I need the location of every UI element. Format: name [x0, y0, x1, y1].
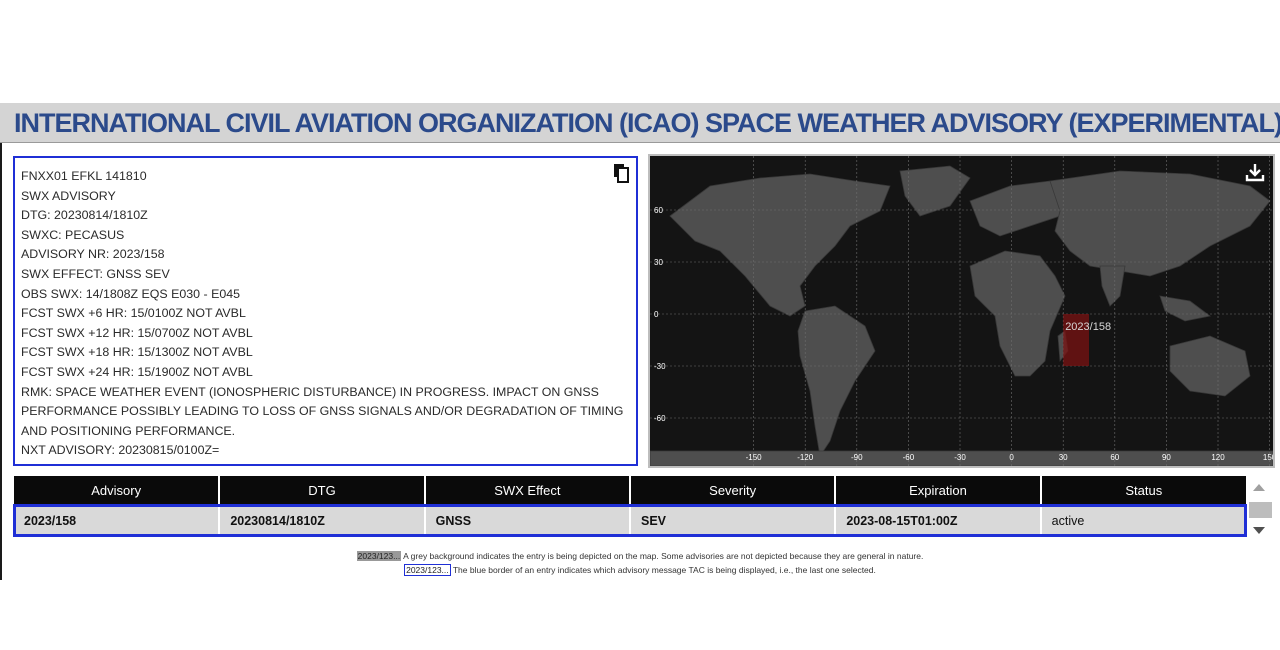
scroll-up-icon[interactable] — [1253, 484, 1265, 491]
tac-line: SWX ADVISORY — [21, 188, 116, 203]
cell-advisory[interactable]: 2023/158 — [14, 505, 221, 536]
scroll-down-icon[interactable] — [1253, 527, 1265, 534]
page-title: INTERNATIONAL CIVIL AVIATION ORGANIZATIO… — [14, 108, 1280, 138]
longitude-label: 30 — [1059, 453, 1068, 462]
advisory-text: FNXX01 EFKL 141810 SWX ADVISORY DTG: 202… — [21, 167, 631, 461]
grey-sample: 2023/123... — [356, 551, 402, 561]
longitude-label: -30 — [954, 453, 966, 462]
cell-expiration[interactable]: 2023-08-15T01:00Z — [835, 505, 1042, 536]
cell-swx-effect[interactable]: GNSS — [424, 505, 631, 536]
table-scrollbar[interactable] — [1248, 476, 1274, 540]
latitude-label: -30 — [654, 362, 666, 371]
longitude-label: 90 — [1162, 453, 1171, 462]
scroll-thumb[interactable] — [1249, 502, 1272, 518]
longitude-label: 60 — [1110, 453, 1119, 462]
tac-line: FCST SWX +18 HR: 15/1300Z NOT AVBL — [21, 345, 253, 360]
table-row[interactable]: 2023/158 20230814/1810Z GNSS SEV 2023-08… — [13, 504, 1247, 537]
column-header-status[interactable]: Status — [1040, 476, 1246, 505]
app-root: INTERNATIONAL CIVIL AVIATION ORGANIZATIO… — [0, 0, 1280, 650]
cell-status[interactable]: active — [1040, 505, 1246, 536]
table-header-row: Advisory DTG SWX Effect Severity Expirat… — [14, 476, 1246, 505]
legend: 2023/123... A grey background indicates … — [0, 549, 1280, 577]
tac-line: FCST SWX +12 HR: 15/0700Z NOT AVBL — [21, 325, 253, 340]
longitude-label: 120 — [1211, 453, 1225, 462]
column-header-advisory[interactable]: Advisory — [14, 476, 221, 505]
tac-line: ADVISORY NR: 2023/158 — [21, 247, 165, 262]
cell-dtg[interactable]: 20230814/1810Z — [219, 505, 426, 536]
column-header-expiration[interactable]: Expiration — [835, 476, 1042, 505]
latitude-label: 60 — [654, 206, 663, 215]
blue-explanation: The blue border of an entry indicates wh… — [450, 565, 876, 575]
tac-line: SWXC: PECASUS — [21, 227, 125, 242]
latitude-label: 0 — [654, 310, 659, 319]
latitude-label: -60 — [654, 414, 666, 423]
copy-icon[interactable] — [612, 163, 630, 183]
longitude-label: 0 — [1009, 453, 1014, 462]
longitude-label: 150 — [1263, 453, 1273, 462]
tac-line-remark: RMK: SPACE WEATHER EVENT (IONOSPHERIC DI… — [21, 384, 624, 438]
legend-blue-row: 2023/123... The blue border of an entry … — [0, 563, 1280, 577]
longitude-label: -90 — [851, 453, 863, 462]
blue-sample: 2023/123... — [404, 564, 451, 576]
grey-explanation: A grey background indicates the entry is… — [401, 551, 924, 561]
world-map[interactable]: -150 -120 -90 -60 -30 0 30 60 90 120 150 60 30 0 -30 -6… — [648, 154, 1275, 468]
tac-line: SWX EFFECT: GNSS SEV — [21, 266, 170, 281]
title-bar: INTERNATIONAL CIVIL AVIATION ORGANIZATIO… — [0, 103, 1280, 143]
advisory-table: Advisory DTG SWX Effect Severity Expirat… — [13, 476, 1247, 537]
latitude-label: 30 — [654, 258, 663, 267]
tac-line: FCST SWX +24 HR: 15/1900Z NOT AVBL — [21, 364, 253, 379]
download-icon[interactable] — [1245, 162, 1265, 182]
longitude-label: -150 — [746, 453, 763, 462]
tac-line: FCST SWX +6 HR: 15/0100Z NOT AVBL — [21, 306, 246, 321]
legend-grey-row: 2023/123... A grey background indicates … — [0, 549, 1280, 563]
left-rule — [0, 143, 2, 580]
longitude-label: -60 — [903, 453, 915, 462]
column-header-dtg[interactable]: DTG — [219, 476, 426, 505]
region-label: 2023/158 — [1065, 321, 1111, 333]
column-header-severity[interactable]: Severity — [629, 476, 837, 505]
longitude-label: -120 — [797, 453, 814, 462]
tac-line: OBS SWX: 14/1808Z EQS E030 - E045 — [21, 286, 241, 301]
advisory-tac-panel: FNXX01 EFKL 141810 SWX ADVISORY DTG: 202… — [13, 156, 638, 466]
column-header-swx-effect[interactable]: SWX Effect — [424, 476, 631, 505]
cell-severity[interactable]: SEV — [629, 505, 837, 536]
tac-line: NXT ADVISORY: 20230815/0100Z= — [21, 443, 220, 458]
tac-line: FNXX01 EFKL 141810 — [21, 169, 147, 183]
tac-line: DTG: 20230814/1810Z — [21, 208, 148, 223]
